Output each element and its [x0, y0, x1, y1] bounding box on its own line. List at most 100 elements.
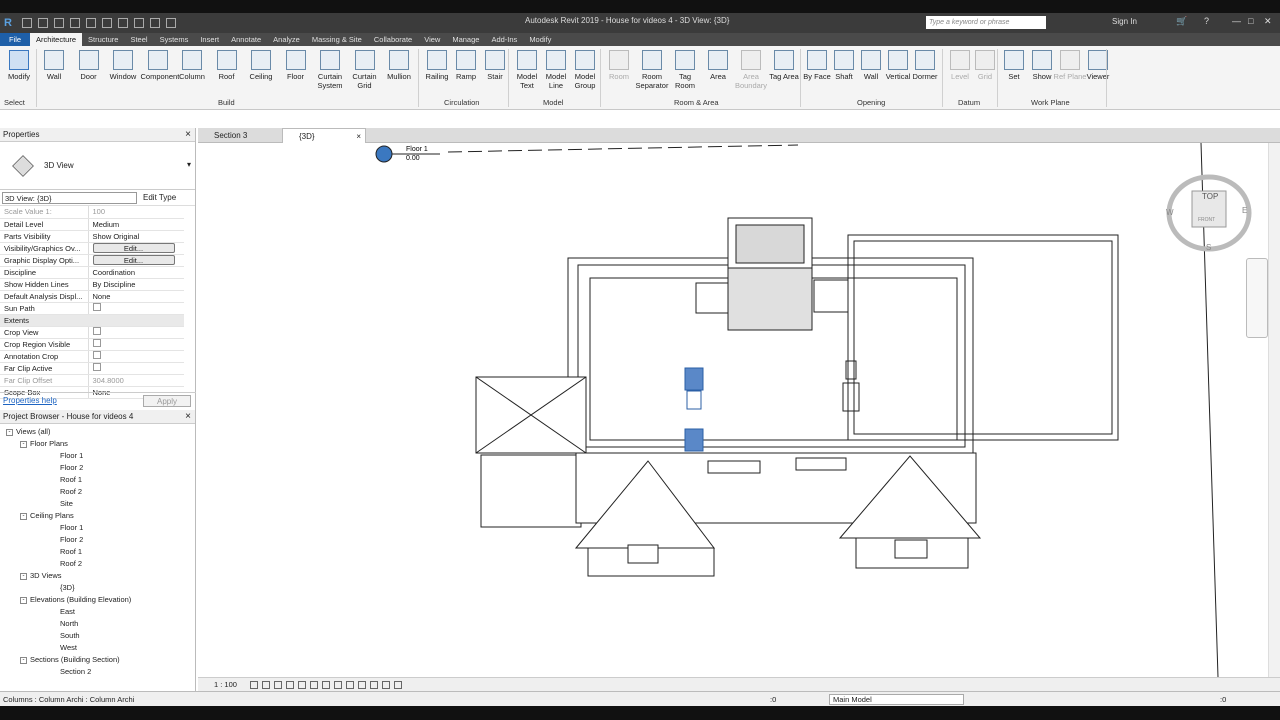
collapse-toggle-icon[interactable]: -: [20, 441, 27, 448]
tab-view[interactable]: View: [418, 33, 446, 46]
visual-style-icon[interactable]: [262, 681, 270, 689]
tab-section-3[interactable]: Section 3: [198, 128, 282, 143]
tree-node-roof-2[interactable]: Roof 2: [0, 558, 195, 570]
lock-icon[interactable]: [334, 681, 342, 689]
build-column-button[interactable]: Column: [175, 50, 209, 81]
edit-button[interactable]: Edit...: [92, 243, 175, 253]
tree-node-elevations-building-elevation[interactable]: - Elevations (Building Elevation): [0, 594, 195, 606]
tab-structure[interactable]: Structure: [82, 33, 124, 46]
checkbox[interactable]: [92, 327, 101, 335]
property-value[interactable]: Edit...: [88, 242, 184, 255]
help-icon[interactable]: ?: [1204, 16, 1209, 26]
close-icon[interactable]: ×: [356, 129, 361, 144]
tab-massing-site[interactable]: Massing & Site: [306, 33, 368, 46]
sign-in-link[interactable]: Sign In: [1112, 17, 1137, 26]
app-logo[interactable]: R: [4, 17, 12, 29]
selected-columns[interactable]: [684, 367, 704, 452]
property-value[interactable]: Coordination: [88, 266, 184, 279]
checkbox[interactable]: [92, 363, 101, 371]
tree-node-views-all[interactable]: - Views (all): [0, 426, 195, 438]
tree-node-roof-1[interactable]: Roof 1: [0, 474, 195, 486]
open-icon[interactable]: [21, 18, 32, 28]
build-curtain-system-button[interactable]: Curtain System: [313, 50, 347, 90]
maximize-button[interactable]: □: [1248, 16, 1253, 26]
build-window-button[interactable]: Window: [106, 50, 140, 81]
compass-east[interactable]: E: [1242, 206, 1247, 215]
edit-type-button[interactable]: Edit Type: [143, 193, 176, 202]
tree-node-section-2[interactable]: Section 2: [0, 666, 195, 678]
tree-node-floor-2[interactable]: Floor 2: [0, 462, 195, 474]
room-area-tag-area-button[interactable]: Tag Area: [767, 50, 801, 81]
property-row[interactable]: Visibility/Graphics Ov... Edit...: [0, 242, 184, 255]
tree-node-east[interactable]: East: [0, 606, 195, 618]
opening-dormer-button[interactable]: Dormer: [908, 50, 942, 81]
property-row[interactable]: Crop Region Visible: [0, 338, 184, 351]
tree-node-roof-2[interactable]: Roof 2: [0, 486, 195, 498]
property-value[interactable]: Edit...: [88, 254, 184, 267]
tab-manage[interactable]: Manage: [446, 33, 485, 46]
close-button[interactable]: ✕: [1264, 16, 1272, 27]
search-input[interactable]: Type a keyword or phrase: [926, 16, 1046, 29]
house-3d-model[interactable]: Floor 1 0.00 TOP FRONT W E S: [198, 143, 1268, 677]
tab-insert[interactable]: Insert: [194, 33, 225, 46]
tab-3d[interactable]: {3D} ×: [282, 128, 366, 143]
tab-steel[interactable]: Steel: [124, 33, 153, 46]
tab-file[interactable]: File: [0, 33, 30, 46]
room-area-tag-room-button[interactable]: Tag Room: [668, 50, 702, 90]
property-row[interactable]: Far Clip Active: [0, 362, 184, 375]
build-wall-button[interactable]: Wall: [37, 50, 71, 81]
tab-architecture[interactable]: Architecture: [30, 33, 83, 46]
close-icon[interactable]: ×: [185, 410, 191, 424]
tree-node-3d[interactable]: {3D}: [0, 582, 195, 594]
checkbox[interactable]: [92, 351, 101, 359]
property-row[interactable]: Crop View: [0, 326, 184, 339]
collapse-toggle-icon[interactable]: -: [6, 429, 13, 436]
tab-add-ins[interactable]: Add-Ins: [485, 33, 523, 46]
highlight-icon[interactable]: [382, 681, 390, 689]
collapse-toggle-icon[interactable]: -: [20, 657, 27, 664]
extents-group-header[interactable]: Extents: [0, 314, 184, 327]
room-area-area-boundary-button[interactable]: Area Boundary: [734, 50, 768, 90]
property-row[interactable]: Default Analysis Displ... None: [0, 290, 184, 303]
property-value[interactable]: 304.8000: [88, 374, 184, 387]
view-scale[interactable]: 1 : 100: [214, 680, 237, 689]
edit-button[interactable]: Edit...: [92, 255, 175, 265]
show-crop-icon[interactable]: [322, 681, 330, 689]
collapse-toggle-icon[interactable]: -: [20, 513, 27, 520]
tab-annotate[interactable]: Annotate: [225, 33, 267, 46]
property-value[interactable]: [88, 362, 184, 375]
work-plane-viewer-button[interactable]: Viewer: [1081, 50, 1115, 81]
tree-node-floor-plans[interactable]: - Floor Plans: [0, 438, 195, 450]
redo-icon[interactable]: [85, 18, 96, 28]
sync-icon[interactable]: [53, 18, 64, 28]
tree-node-north[interactable]: North: [0, 618, 195, 630]
property-row[interactable]: Sun Path: [0, 302, 184, 315]
property-value[interactable]: 100: [88, 206, 184, 219]
property-value[interactable]: [88, 338, 184, 351]
save-icon[interactable]: [37, 18, 48, 28]
viewcube-top-label[interactable]: TOP: [1202, 192, 1218, 201]
vertical-scrollbar[interactable]: [1268, 143, 1280, 677]
property-row[interactable]: Annotation Crop: [0, 350, 184, 363]
tree-node-sections-building-section[interactable]: - Sections (Building Section): [0, 654, 195, 666]
viewcube[interactable]: TOP FRONT W E S: [1166, 174, 1252, 252]
room-area-room-button[interactable]: Room: [602, 50, 636, 81]
selected-column[interactable]: [684, 367, 704, 391]
circulation-stair-button[interactable]: Stair: [478, 50, 512, 81]
shadows-icon[interactable]: [286, 681, 294, 689]
selected-column[interactable]: [684, 428, 704, 452]
tree-node-floor-1[interactable]: Floor 1: [0, 522, 195, 534]
compass-west[interactable]: W: [1166, 208, 1174, 217]
crop-icon[interactable]: [310, 681, 318, 689]
apply-button[interactable]: Apply: [143, 395, 191, 407]
build-curtain-grid-button[interactable]: Curtain Grid: [348, 50, 382, 90]
drawing-viewport[interactable]: Floor 1 0.00 TOP FRONT W E S: [198, 143, 1268, 677]
minimize-button[interactable]: —: [1232, 16, 1241, 26]
property-row[interactable]: Graphic Display Opti... Edit...: [0, 254, 184, 267]
property-value[interactable]: Medium: [88, 218, 184, 231]
selected-column[interactable]: [686, 390, 702, 410]
undo-icon[interactable]: [69, 18, 80, 28]
checkbox[interactable]: [92, 339, 101, 347]
property-row[interactable]: Scale Value 1: 100: [0, 206, 184, 219]
collapse-toggle-icon[interactable]: -: [20, 573, 27, 580]
